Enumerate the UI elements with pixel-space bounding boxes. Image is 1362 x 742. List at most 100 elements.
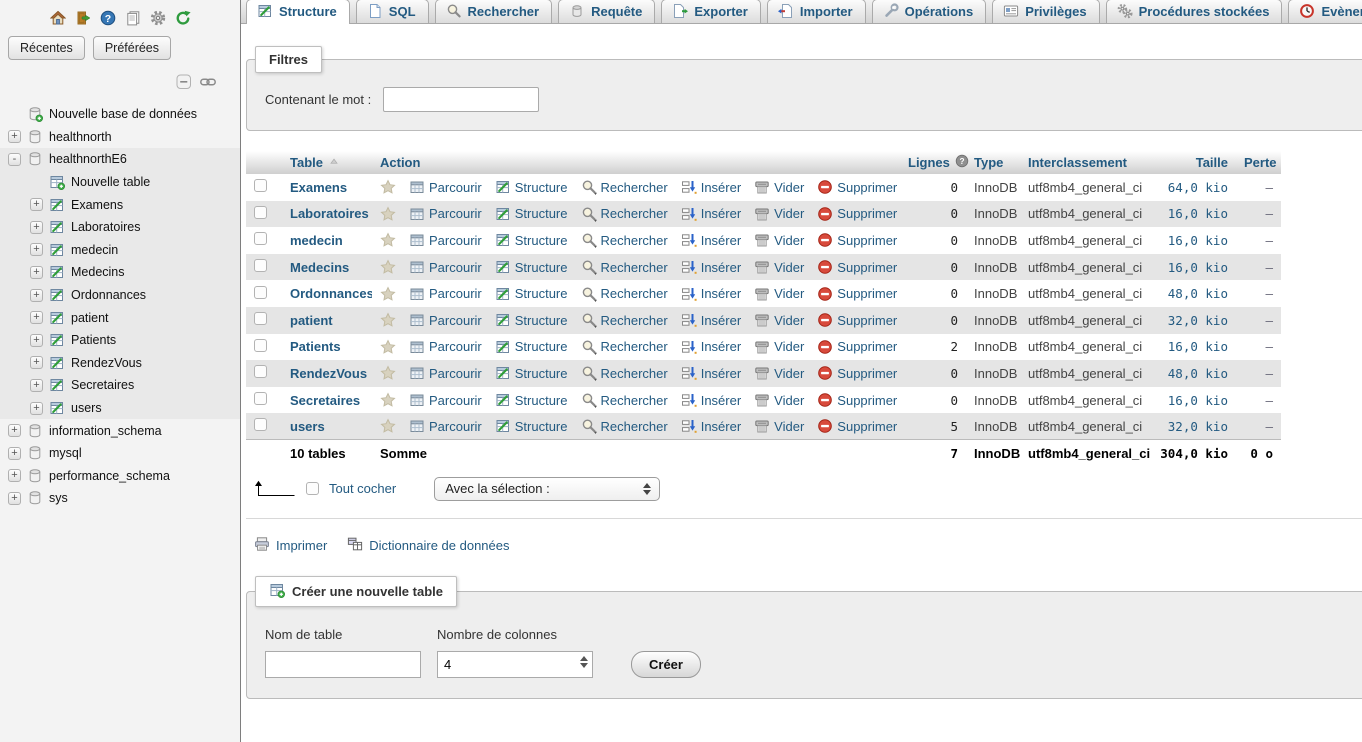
sidebar-item-patient[interactable]: + patient xyxy=(0,306,240,329)
table-link[interactable]: Ordonnances xyxy=(290,286,372,301)
action-parcourir-link[interactable]: Parcourir xyxy=(409,179,482,195)
favorite-star-icon[interactable] xyxy=(380,339,396,355)
action-parcourir-link[interactable]: Parcourir xyxy=(409,232,482,248)
with-selected-select[interactable]: Avec la sélection : xyxy=(434,477,660,501)
action-structure-link[interactable]: Structure xyxy=(495,392,568,408)
action-structure-link[interactable]: Structure xyxy=(495,206,568,222)
expander-plus-icon[interactable]: + xyxy=(30,311,43,324)
action-parcourir-link[interactable]: Parcourir xyxy=(409,259,482,275)
action-ins-rer-link[interactable]: Insérer xyxy=(681,418,741,434)
collapse-all-button[interactable] xyxy=(176,74,192,90)
table-link[interactable]: RendezVous xyxy=(290,366,367,381)
action-ins-rer-link[interactable]: Insérer xyxy=(681,312,741,328)
action-supprimer-link[interactable]: Supprimer xyxy=(817,339,897,355)
action-vider-link[interactable]: Vider xyxy=(754,365,804,381)
action-parcourir-link[interactable]: Parcourir xyxy=(409,286,482,302)
table-name-input[interactable] xyxy=(265,651,421,678)
action-supprimer-link[interactable]: Supprimer xyxy=(817,365,897,381)
tab-rechercher[interactable]: Rechercher xyxy=(435,0,553,23)
tab-structure[interactable]: Structure xyxy=(246,0,350,24)
action-structure-link[interactable]: Structure xyxy=(495,179,568,195)
action-parcourir-link[interactable]: Parcourir xyxy=(409,339,482,355)
tab-ev-nements[interactable]: Evènements xyxy=(1288,0,1362,23)
action-structure-link[interactable]: Structure xyxy=(495,259,568,275)
action-rechercher-link[interactable]: Rechercher xyxy=(581,339,668,355)
action-rechercher-link[interactable]: Rechercher xyxy=(581,365,668,381)
action-ins-rer-link[interactable]: Insérer xyxy=(681,259,741,275)
table-link[interactable]: medecin xyxy=(290,233,343,248)
sidebar-item-mysql[interactable]: + mysql xyxy=(0,442,240,465)
create-table-button[interactable]: Créer xyxy=(631,651,701,678)
table-link[interactable]: Patients xyxy=(290,339,341,354)
action-vider-link[interactable]: Vider xyxy=(754,206,804,222)
favorite-star-icon[interactable] xyxy=(380,365,396,381)
row-checkbox[interactable] xyxy=(254,259,267,272)
action-ins-rer-link[interactable]: Insérer xyxy=(681,392,741,408)
sidebar-item-ordonnances[interactable]: + Ordonnances xyxy=(0,284,240,307)
expander-plus-icon[interactable]: + xyxy=(8,130,21,143)
row-checkbox[interactable] xyxy=(254,392,267,405)
sidebar-item-patients[interactable]: + Patients xyxy=(0,329,240,352)
sidebar-item-rendezvous[interactable]: + RendezVous xyxy=(0,352,240,375)
favorite-star-icon[interactable] xyxy=(380,286,396,302)
action-ins-rer-link[interactable]: Insérer xyxy=(681,232,741,248)
action-vider-link[interactable]: Vider xyxy=(754,418,804,434)
expander-plus-icon[interactable]: + xyxy=(30,266,43,279)
action-supprimer-link[interactable]: Supprimer xyxy=(817,206,897,222)
action-rechercher-link[interactable]: Rechercher xyxy=(581,418,668,434)
table-link[interactable]: Secretaires xyxy=(290,393,360,408)
expander-plus-icon[interactable]: + xyxy=(8,492,21,505)
table-link[interactable]: Medecins xyxy=(290,260,349,275)
action-rechercher-link[interactable]: Rechercher xyxy=(581,312,668,328)
action-supprimer-link[interactable]: Supprimer xyxy=(817,312,897,328)
sidebar-item-users[interactable]: + users xyxy=(0,397,240,420)
sidebar-item-healthnorth[interactable]: + healthnorth xyxy=(0,126,240,149)
table-link[interactable]: users xyxy=(290,419,325,434)
action-vider-link[interactable]: Vider xyxy=(754,179,804,195)
action-structure-link[interactable]: Structure xyxy=(495,286,568,302)
tab-importer[interactable]: Importer xyxy=(767,0,866,23)
rows-help-icon[interactable]: ? xyxy=(955,154,969,171)
table-link[interactable]: Examens xyxy=(290,180,347,195)
expander-plus-icon[interactable]: + xyxy=(8,469,21,482)
action-parcourir-link[interactable]: Parcourir xyxy=(409,392,482,408)
row-checkbox[interactable] xyxy=(254,179,267,192)
data-dictionary-link[interactable]: Dictionnaire de données xyxy=(347,536,509,555)
header-table[interactable]: Table xyxy=(282,151,372,174)
action-supprimer-link[interactable]: Supprimer xyxy=(817,418,897,434)
action-vider-link[interactable]: Vider xyxy=(754,259,804,275)
expander-plus-icon[interactable]: + xyxy=(30,379,43,392)
favorite-star-icon[interactable] xyxy=(380,392,396,408)
action-vider-link[interactable]: Vider xyxy=(754,312,804,328)
favorite-star-icon[interactable] xyxy=(380,312,396,328)
expander-plus-icon[interactable]: + xyxy=(8,424,21,437)
sidebar-item-healthnorthe6[interactable]: - healthnorthE6 xyxy=(0,148,240,171)
sidebar-item-medecin[interactable]: + medecin xyxy=(0,239,240,262)
expander-plus-icon[interactable]: + xyxy=(30,243,43,256)
row-checkbox[interactable] xyxy=(254,206,267,219)
action-supprimer-link[interactable]: Supprimer xyxy=(817,286,897,302)
home-icon[interactable] xyxy=(49,9,67,27)
action-rechercher-link[interactable]: Rechercher xyxy=(581,259,668,275)
action-parcourir-link[interactable]: Parcourir xyxy=(409,365,482,381)
expander-plus-icon[interactable]: + xyxy=(8,447,21,460)
tab-proc-dures-stock-es[interactable]: Procédures stockées xyxy=(1106,0,1283,23)
row-checkbox[interactable] xyxy=(254,232,267,245)
header-interclassement[interactable]: Interclassement xyxy=(1020,151,1150,174)
favorite-star-icon[interactable] xyxy=(380,179,396,195)
print-link[interactable]: Imprimer xyxy=(254,536,327,555)
sidebar-item-nouvelle-table[interactable]: Nouvelle table xyxy=(0,171,240,194)
filter-word-input[interactable] xyxy=(383,87,539,112)
favorite-star-icon[interactable] xyxy=(380,206,396,222)
favorite-tables-button[interactable]: Préférées xyxy=(93,36,171,60)
check-all-checkbox[interactable] xyxy=(306,482,319,495)
header-type[interactable]: Type xyxy=(966,151,1020,174)
action-vider-link[interactable]: Vider xyxy=(754,286,804,302)
favorite-star-icon[interactable] xyxy=(380,418,396,434)
refresh-icon[interactable] xyxy=(174,9,192,27)
expander-minus-icon[interactable]: - xyxy=(8,153,21,166)
action-vider-link[interactable]: Vider xyxy=(754,232,804,248)
action-structure-link[interactable]: Structure xyxy=(495,339,568,355)
link-with-main-panel-icon[interactable] xyxy=(200,74,216,90)
row-checkbox[interactable] xyxy=(254,286,267,299)
